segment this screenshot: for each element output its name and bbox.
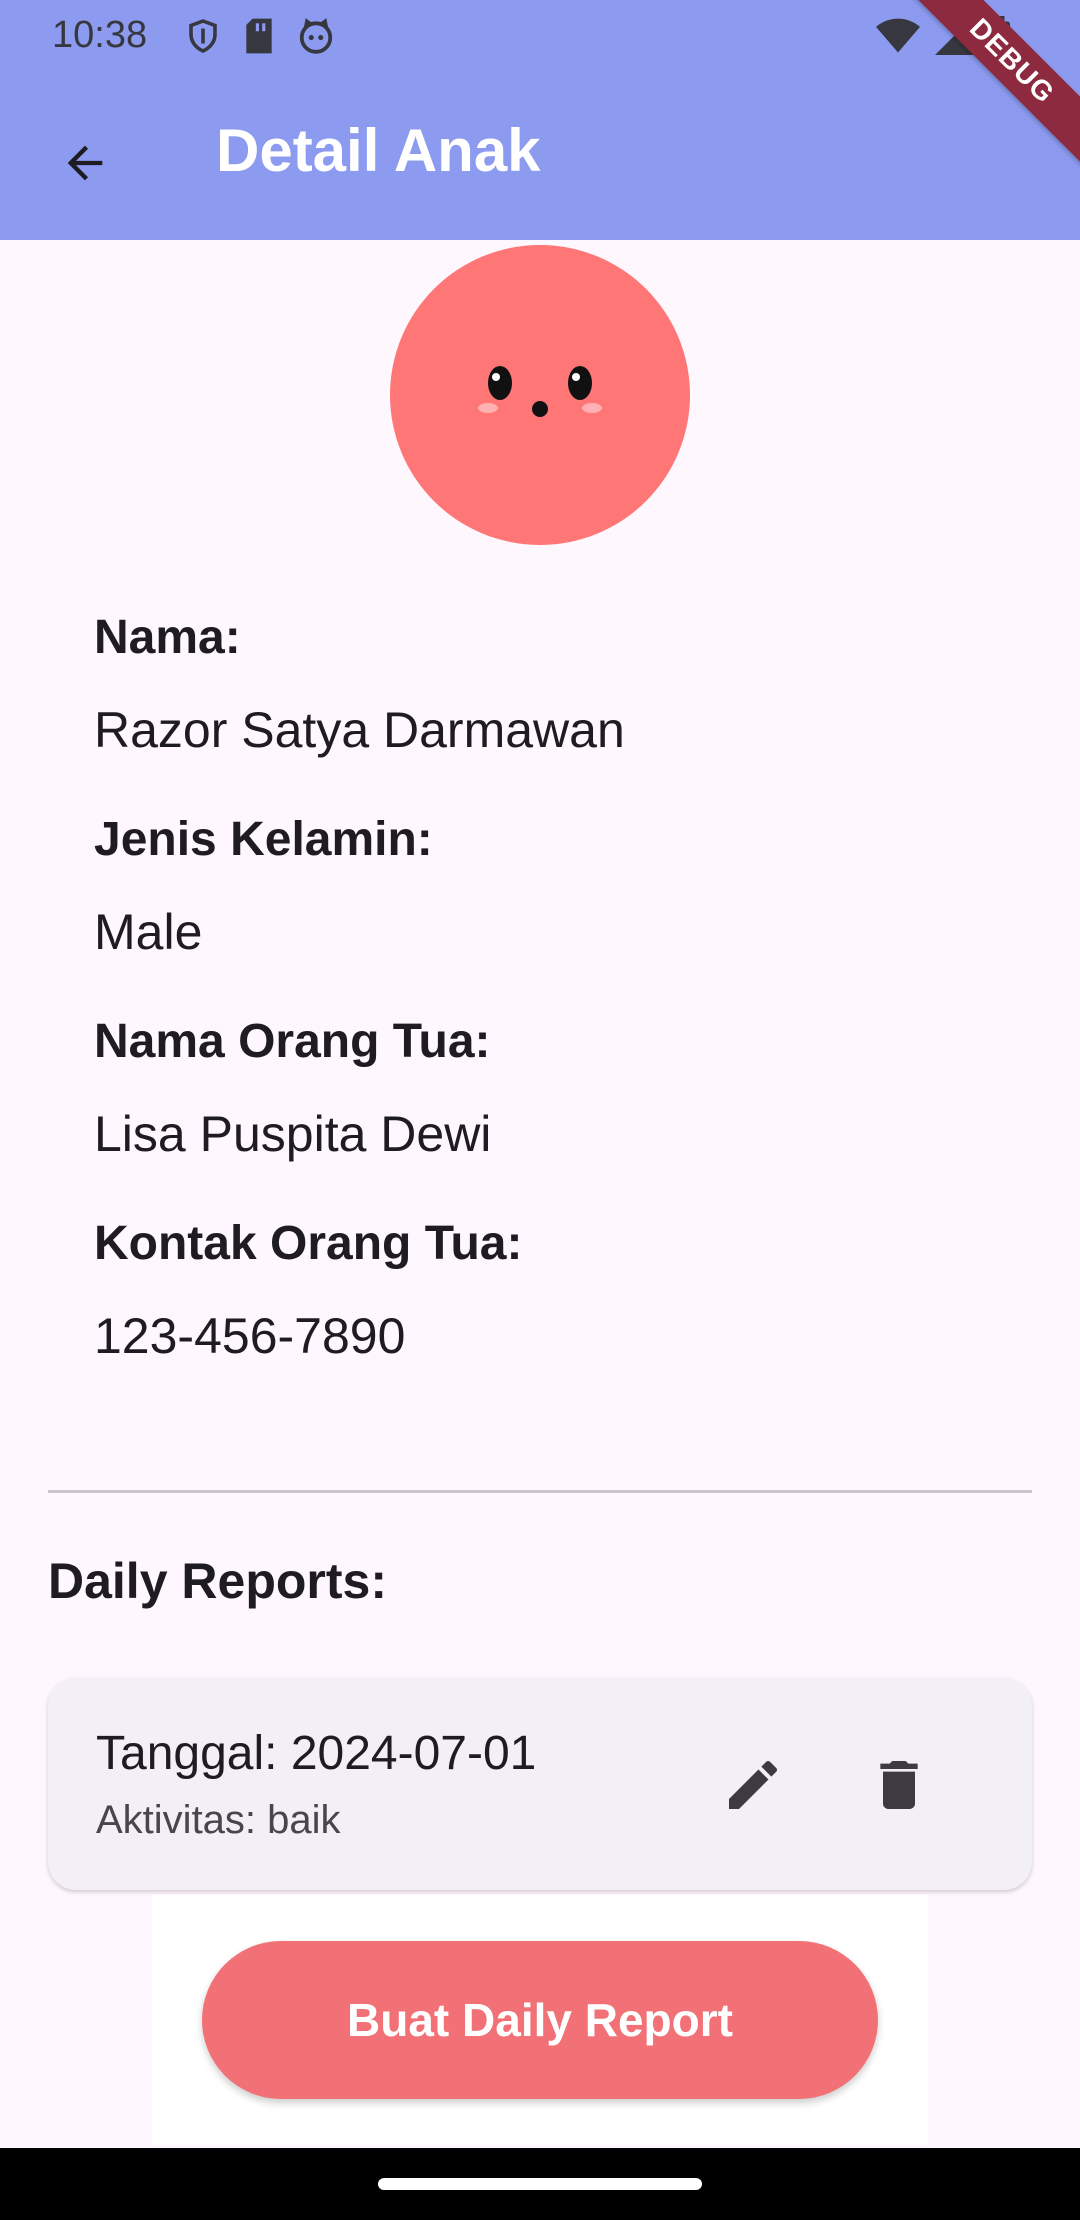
cute-face-icon <box>478 366 602 417</box>
parent-contact-label: Kontak Orang Tua: <box>94 1217 523 1270</box>
screen: 10:38 DEBUG Detail Anak Nama: Razor Saty… <box>0 0 1080 2220</box>
shield-icon <box>185 16 221 61</box>
wifi-icon <box>876 17 920 60</box>
back-button[interactable] <box>40 118 130 208</box>
trash-delete-icon <box>880 1761 918 1809</box>
system-nav-bar <box>0 2148 1080 2220</box>
status-time: 10:38 <box>52 14 148 56</box>
child-details: Nama: Razor Satya Darmawan Jenis Kelamin… <box>94 610 994 1418</box>
daily-reports-title: Daily Reports: <box>48 1553 387 1609</box>
name-label: Nama: <box>94 611 241 664</box>
parent-name-label: Nama Orang Tua: <box>94 1015 491 1068</box>
page-title: Detail Anak <box>216 117 541 184</box>
divider <box>48 1490 1032 1493</box>
delete-report-button[interactable] <box>844 1730 954 1840</box>
report-activity: Aktivitas: baik <box>96 1798 341 1842</box>
create-daily-report-button[interactable]: Buat Daily Report <box>202 1941 878 2099</box>
bottom-action-area: Buat Daily Report <box>152 1895 928 2145</box>
report-card[interactable]: Tanggal: 2024-07-01 Aktivitas: baik <box>48 1678 1032 1890</box>
parent-contact-value: 123-456-7890 <box>94 1308 406 1364</box>
gender-label: Jenis Kelamin: <box>94 813 433 866</box>
home-gesture-handle[interactable] <box>378 2178 702 2190</box>
status-bar: 10:38 <box>0 0 1080 70</box>
pencil-edit-icon <box>729 1760 778 1809</box>
edit-report-button[interactable] <box>698 1730 808 1840</box>
report-date: Tanggal: 2024-07-01 <box>96 1727 537 1780</box>
avatar <box>390 245 690 545</box>
gender-value: Male <box>94 904 203 960</box>
arrow-back-icon <box>67 145 103 181</box>
parent-name-value: Lisa Puspita Dewi <box>94 1106 492 1162</box>
app-bar: Detail Anak <box>0 70 1080 240</box>
status-left-icons <box>185 16 335 61</box>
name-value: Razor Satya Darmawan <box>94 702 625 758</box>
sd-card-icon <box>243 17 275 60</box>
cat-face-icon <box>297 17 335 60</box>
